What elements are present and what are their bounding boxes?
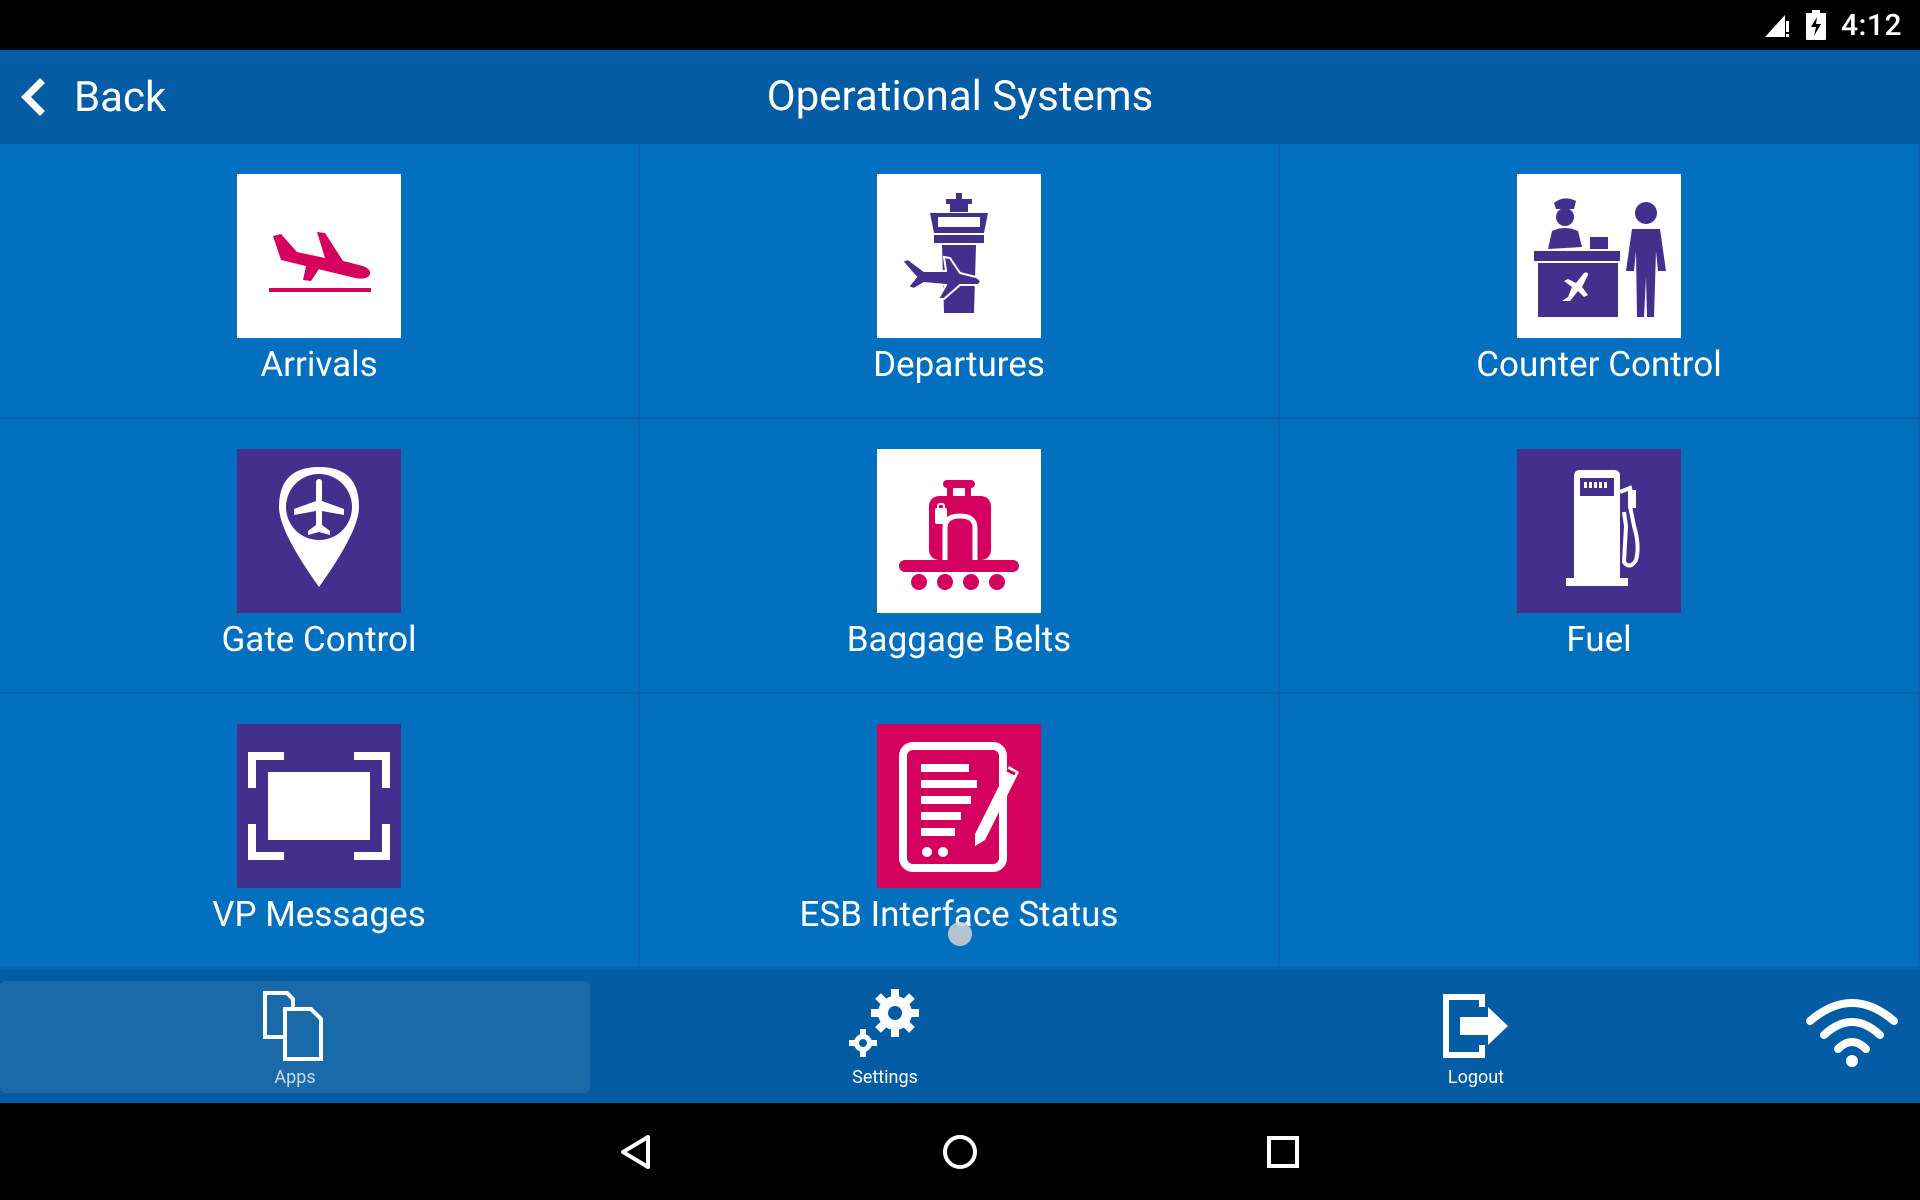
logout-icon xyxy=(1443,993,1508,1058)
bottom-nav: Apps Settings Logout xyxy=(0,969,1920,1103)
nav-label: Logout xyxy=(1447,1066,1505,1088)
tile-label: Baggage Belts xyxy=(846,619,1072,660)
tile-label: Arrivals xyxy=(260,344,378,385)
screen-frame-icon xyxy=(237,724,401,888)
nav-label: Settings xyxy=(852,1066,918,1088)
tile-label: VP Messages xyxy=(212,894,426,935)
gear-icon xyxy=(849,988,919,1057)
status-bar: 4:12 xyxy=(0,0,1920,50)
nav-label: Apps xyxy=(274,1066,316,1088)
document-edit-icon xyxy=(877,724,1041,888)
app-root: 4:12 Operational Systems Back Arrivals D… xyxy=(0,0,1920,1200)
app-grid: Arrivals Departures Counter Control Gate… xyxy=(0,144,1920,969)
system-nav-bar xyxy=(0,1103,1920,1200)
tile-gate-control[interactable]: Gate Control xyxy=(0,419,640,694)
battery-charging-icon xyxy=(1805,10,1826,40)
nav-back-button[interactable] xyxy=(596,1103,676,1200)
back-label: Back xyxy=(74,72,167,122)
tile-departures[interactable]: Departures xyxy=(640,144,1280,419)
nav-home-button[interactable] xyxy=(920,1103,1000,1200)
baggage-belt-icon xyxy=(877,449,1041,613)
page-title: Operational Systems xyxy=(766,72,1154,121)
gate-location-pin-icon xyxy=(237,449,401,613)
app-bar: Operational Systems Back xyxy=(0,50,1920,144)
signal-icon xyxy=(1764,15,1789,37)
tile-label: Departures xyxy=(873,344,1045,385)
tile-label: Gate Control xyxy=(221,619,417,660)
back-button[interactable]: Back xyxy=(16,50,166,144)
circle-home-icon xyxy=(943,1134,977,1169)
empty-tile xyxy=(1280,694,1920,969)
touch-indicator xyxy=(948,922,972,946)
triangle-back-icon xyxy=(621,1134,650,1169)
departures-tower-icon xyxy=(877,174,1041,338)
chevron-left-icon xyxy=(21,78,45,116)
clock: 4:12 xyxy=(1840,7,1902,43)
wifi-icon xyxy=(1806,993,1898,1073)
nav-apps[interactable]: Apps xyxy=(0,981,590,1093)
nav-recents-button[interactable] xyxy=(1243,1103,1323,1200)
tile-fuel[interactable]: Fuel xyxy=(1280,419,1920,694)
square-recents-icon xyxy=(1267,1135,1299,1168)
tile-arrivals[interactable]: Arrivals xyxy=(0,144,640,419)
tile-label: Fuel xyxy=(1566,619,1632,660)
fuel-pump-icon xyxy=(1517,449,1681,613)
tile-label: Counter Control xyxy=(1476,344,1722,385)
nav-settings[interactable]: Settings xyxy=(795,981,975,1093)
check-in-counter-icon xyxy=(1517,174,1681,338)
nav-logout[interactable]: Logout xyxy=(1386,981,1566,1093)
status-right: 4:12 xyxy=(1763,0,1902,50)
arrivals-plane-icon xyxy=(237,174,401,338)
apps-pages-icon xyxy=(263,990,323,1061)
tile-vp-messages[interactable]: VP Messages xyxy=(0,694,640,969)
tile-counter-control[interactable]: Counter Control xyxy=(1280,144,1920,419)
tile-baggage-belts[interactable]: Baggage Belts xyxy=(640,419,1280,694)
